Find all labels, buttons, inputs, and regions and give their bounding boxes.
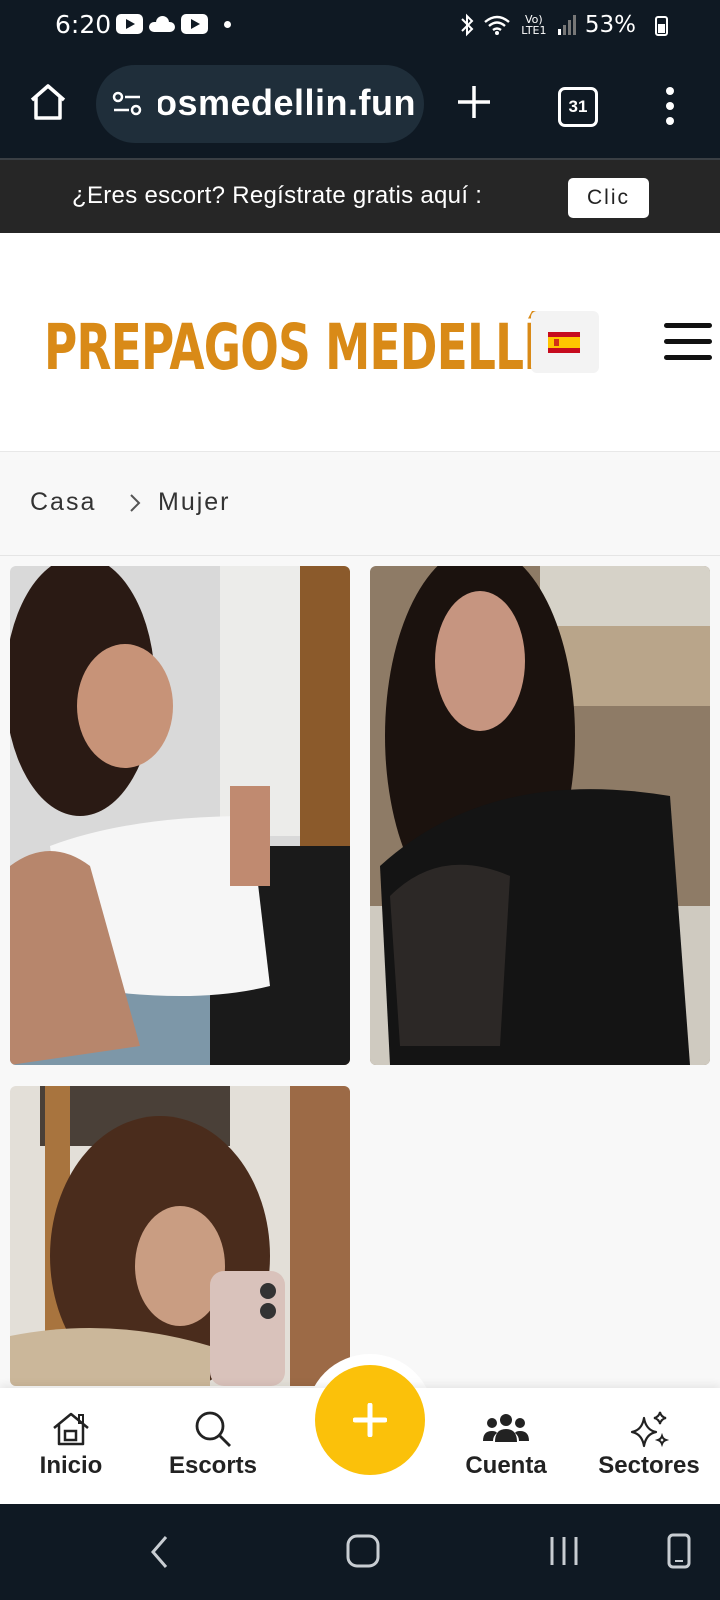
breadcrumb: Casa Mujer: [0, 452, 720, 556]
profile-photo: [10, 1086, 350, 1386]
profile-card[interactable]: [10, 566, 350, 1065]
battery-percent: 53%: [584, 12, 636, 38]
system-icons: Vo) LTE1 53%: [459, 12, 660, 38]
profile-card[interactable]: [10, 1086, 350, 1386]
youtube-icon: [181, 14, 208, 34]
nav-sectores-label: Sectores: [598, 1452, 700, 1479]
nav-escorts-label: Escorts: [168, 1452, 258, 1479]
tab-switcher-button[interactable]: 31: [558, 87, 598, 127]
nav-cuenta[interactable]: Cuenta: [446, 1410, 566, 1480]
nav-cuenta-label: Cuenta: [465, 1452, 547, 1479]
profile-card[interactable]: [370, 566, 710, 1065]
users-icon: [483, 1414, 529, 1442]
youtube-icon: [116, 14, 143, 34]
language-selector[interactable]: [531, 311, 599, 373]
wifi-icon: [484, 15, 510, 35]
nav-inicio[interactable]: Inicio: [11, 1410, 131, 1480]
nav-inicio-label: Inicio: [39, 1452, 103, 1479]
bluetooth-icon: [461, 13, 474, 37]
url-text[interactable]: prepagosmedellin.fun: [158, 82, 416, 124]
more-menu-icon[interactable]: [664, 86, 676, 126]
clic-button[interactable]: Clic: [568, 178, 649, 218]
network-type-label: Vo) LTE1: [521, 13, 547, 37]
back-icon[interactable]: [148, 1534, 170, 1570]
profile-photo: [370, 566, 710, 1065]
hamburger-menu-icon[interactable]: [664, 323, 712, 361]
sparkles-icon: [630, 1411, 670, 1448]
chevron-right-icon: [130, 494, 141, 512]
add-listing-button[interactable]: [315, 1365, 425, 1475]
signal-icon: [557, 15, 576, 35]
home-button-icon[interactable]: [346, 1534, 380, 1568]
cloud-icon: [149, 16, 175, 32]
battery-icon: [655, 16, 668, 36]
banner-text: ¿Eres escort? Regístrate gratis aquí :: [72, 182, 483, 209]
search-icon: [195, 1411, 231, 1447]
notification-icons: [116, 14, 231, 34]
plus-icon: [353, 1403, 387, 1437]
spain-flag-icon: [548, 332, 580, 353]
new-tab-icon[interactable]: [456, 84, 492, 120]
recent-apps-icon[interactable]: [548, 1534, 580, 1568]
browser-toolbar: prepagosmedellin.fun 31: [0, 52, 720, 160]
more-notifications-icon: [224, 20, 231, 28]
breadcrumb-current: Mujer: [158, 488, 231, 516]
site-logo[interactable]: PREPAGOS MEDELLÍN: [44, 311, 577, 384]
rotate-screen-icon[interactable]: [664, 1532, 694, 1570]
breadcrumb-home-link[interactable]: Casa: [30, 488, 96, 517]
site-header: PREPAGOS MEDELLÍN: [0, 233, 720, 452]
profile-photo: [10, 566, 350, 1065]
register-banner: ¿Eres escort? Regístrate gratis aquí : C…: [0, 160, 720, 233]
nav-sectores[interactable]: Sectores: [589, 1410, 709, 1480]
status-time: 6:20: [55, 10, 112, 39]
status-bar: 6:20 Vo) LTE1 53%: [0, 0, 720, 52]
system-navigation-bar: [0, 1504, 720, 1600]
site-settings-icon[interactable]: [112, 90, 142, 118]
home-icon: [53, 1412, 89, 1446]
address-bar[interactable]: prepagosmedellin.fun: [96, 65, 424, 143]
home-icon[interactable]: [28, 82, 68, 122]
nav-escorts[interactable]: Escorts: [153, 1410, 273, 1480]
